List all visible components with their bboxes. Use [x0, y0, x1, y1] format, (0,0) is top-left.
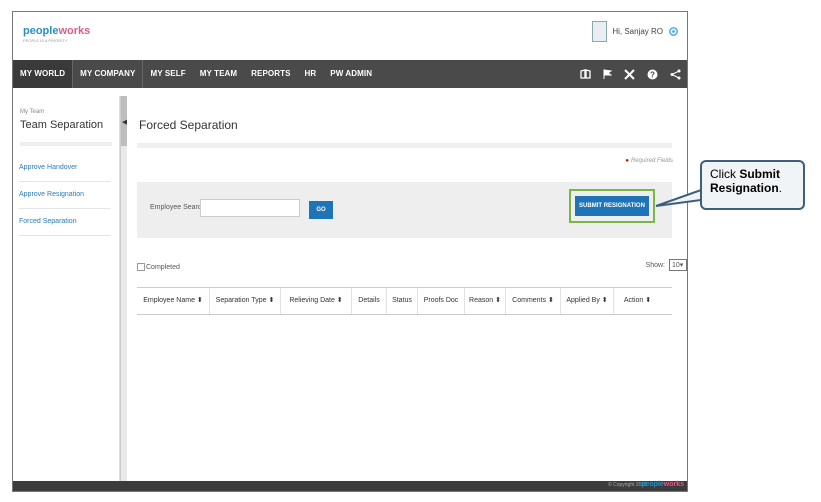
- instruction-callout: Click Submit Resignation.: [700, 160, 805, 210]
- callout-pointer: [655, 188, 702, 207]
